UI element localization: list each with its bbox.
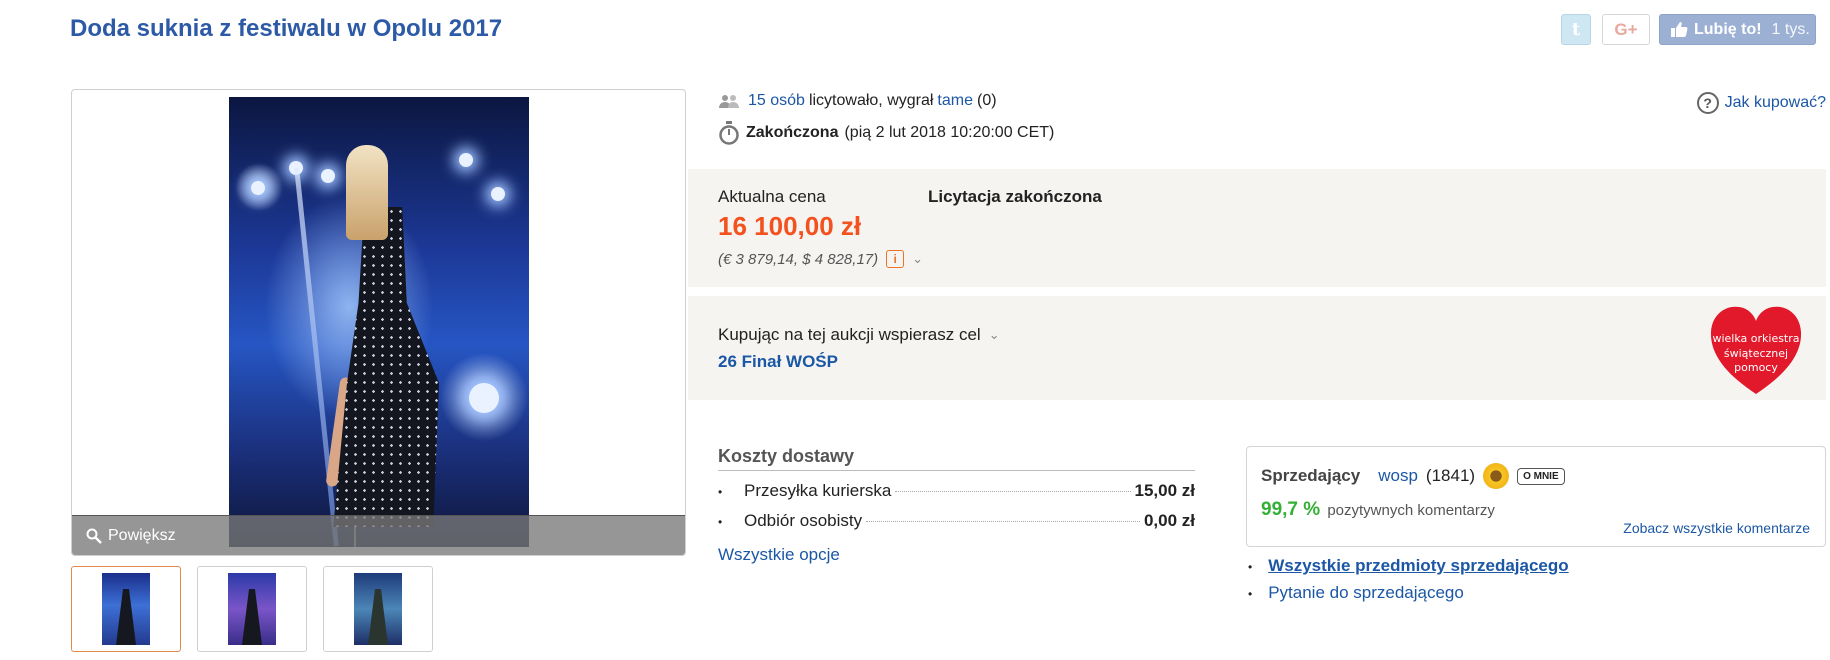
chevron-down-icon[interactable]: ⌄ (989, 327, 1000, 343)
shipping-row: • Odbiór osobisty 0,00 zł (718, 511, 1195, 531)
charity-box: Kupując na tej aukcji wspierasz cel ⌄ 26… (688, 296, 1826, 400)
positive-text: pozytywnych komentarzy (1327, 502, 1495, 519)
seller-links: • Wszystkie przedmioty sprzedającego • P… (1248, 556, 1569, 610)
twitter-share-button[interactable]: t (1561, 14, 1591, 45)
google-plus-icon: G+ (1614, 19, 1638, 39)
shipping-price: 15,00 zł (1134, 481, 1196, 500)
seller-feedback: 99,7 % pozytywnych komentarzy (1261, 499, 1495, 521)
dotted-leader (866, 521, 1140, 522)
like-count: 1 tys. (1771, 20, 1810, 38)
facebook-like-button[interactable]: Lubię to! 1 tys. (1659, 14, 1816, 45)
list-item: • Wszystkie przedmioty sprzedającego (1248, 556, 1569, 576)
shipping-section: Koszty dostawy • Przesyłka kurierska 15,… (718, 446, 1195, 565)
logo-text-1: wielka orkiestra (1712, 332, 1799, 345)
ask-seller-link[interactable]: Pytanie do sprzedającego (1268, 583, 1464, 603)
people-icon (719, 95, 739, 108)
singer-dress (333, 207, 439, 527)
status-label: Zakończona (746, 124, 839, 141)
about-me-badge[interactable]: O MNIE (1517, 467, 1565, 485)
thumbnail-2[interactable] (197, 566, 307, 652)
seller-name-link[interactable]: wosp (1378, 466, 1418, 486)
current-price: 16 100,00 zł (718, 211, 862, 241)
price-box: Aktualna cena Licytacja zakończona 16 10… (688, 169, 1826, 287)
thumbnail-3[interactable] (323, 566, 433, 652)
seller-row: Sprzedający wosp (1841) O MNIE (1261, 463, 1565, 489)
stage-light (321, 169, 335, 183)
charity-label-row[interactable]: Kupując na tej aukcji wspierasz cel ⌄ (718, 325, 1000, 345)
help-icon: ? (1696, 92, 1719, 114)
thumbnail-image (102, 573, 150, 645)
thumbnail-1[interactable] (71, 566, 181, 652)
stage-light (491, 187, 505, 201)
seller-all-items-link[interactable]: Wszystkie przedmioty sprzedającego (1268, 556, 1568, 576)
chevron-down-icon[interactable]: ⌄ (912, 251, 923, 267)
charity-label: Kupując na tej aukcji wspierasz cel (718, 325, 981, 344)
twitter-icon: t (1571, 19, 1581, 40)
logo-text-2: świątecznej (1724, 347, 1788, 360)
seller-label: Sprzedający (1261, 466, 1361, 485)
shipping-row: • Przesyłka kurierska 15,00 zł (718, 481, 1195, 501)
info-icon[interactable]: i (886, 250, 905, 268)
bidders-info: 15 osób licytowało, wygrał tame (0) (718, 92, 997, 110)
image-gallery[interactable]: Powiększ (71, 89, 686, 556)
stage-light (459, 153, 473, 167)
all-comments-link[interactable]: Zobacz wszystkie komentarze (1623, 520, 1810, 536)
price-conversion: (€ 3 879,14, $ 4 828,17) i ⌄ (718, 250, 923, 268)
bullet: • (1248, 560, 1253, 574)
singer-hair (346, 145, 388, 240)
shipping-method: Przesyłka kurierska (744, 481, 892, 500)
winner-link[interactable]: tame (937, 92, 973, 110)
bullet: • (718, 515, 723, 529)
main-product-photo[interactable] (229, 97, 529, 547)
sunflower-badge-icon (1483, 463, 1510, 489)
winner-score: (0) (977, 92, 997, 109)
auction-ended-label: Licytacja zakończona (928, 187, 1102, 206)
how-to-buy-link[interactable]: ? Jak kupować? (1696, 92, 1826, 114)
charity-goal-link[interactable]: 26 Finał WOŚP (718, 352, 838, 372)
magnifier-icon (86, 528, 102, 544)
auction-status: Zakończona (pią 2 lut 2018 10:20:00 CET) (718, 121, 1054, 145)
shipping-method: Odbiór osobisty (744, 511, 863, 530)
logo-text-3: pomocy (1734, 361, 1778, 374)
seller-rating-count: (1841) (1425, 466, 1476, 485)
shipping-header: Koszty dostawy (718, 446, 1195, 471)
stage-light (251, 181, 265, 195)
zoom-label: Powiększ (108, 526, 176, 544)
wosp-heart-logo: wielka orkiestra świątecznej pomocy (1710, 306, 1802, 394)
conversion-text: (€ 3 879,14, $ 4 828,17) (718, 250, 879, 268)
zoom-button[interactable]: Powiększ (72, 515, 685, 555)
thumbs-up-icon (1671, 22, 1688, 37)
bidders-link[interactable]: 15 osób (748, 92, 805, 110)
thumbnail-image (228, 573, 276, 645)
positive-percentage: 99,7 % (1261, 499, 1321, 520)
seller-box: Sprzedający wosp (1841) O MNIE 99,7 % po… (1246, 446, 1826, 547)
light-beam (294, 167, 339, 547)
bullet: • (1248, 587, 1253, 601)
all-shipping-options-link[interactable]: Wszystkie opcje (718, 545, 1195, 565)
bidders-text: licytowało, wygrał (808, 92, 934, 109)
like-label: Lubię to! (1694, 20, 1762, 38)
thumbnail-strip (71, 566, 433, 652)
shipping-price: 0,00 zł (1143, 511, 1195, 530)
dotted-leader (895, 491, 1131, 492)
page-title: Doda suknia z festiwalu w Opolu 2017 (70, 15, 503, 42)
stopwatch-icon (719, 121, 739, 145)
google-plus-share-button[interactable]: G+ (1602, 14, 1650, 45)
list-item: • Pytanie do sprzedającego (1248, 583, 1569, 603)
how-to-buy-label[interactable]: Jak kupować? (1725, 94, 1826, 112)
stage-light (469, 383, 499, 413)
price-label: Aktualna cena (718, 187, 826, 206)
bullet: • (718, 485, 723, 499)
status-date: (pią 2 lut 2018 10:20:00 CET) (844, 124, 1055, 141)
thumbnail-image (354, 573, 402, 645)
